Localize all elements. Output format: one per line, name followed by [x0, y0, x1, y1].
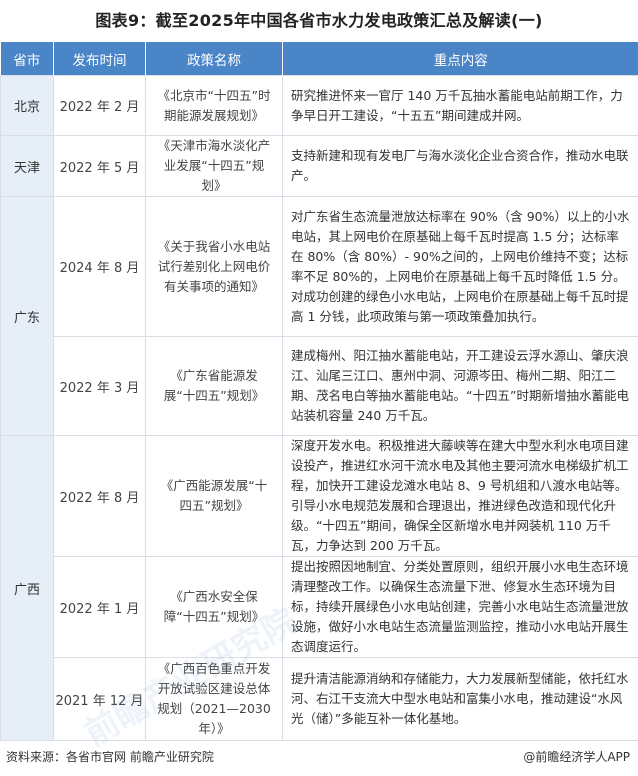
policy-table: 省市 发布时间 政策名称 重点内容 北京 2022 年 2 月 《北京市“十四五…	[0, 42, 638, 741]
province-cell: 北京	[0, 75, 54, 136]
table-row: 广东 2024 年 8 月 《关于我省小水电站试行差别化上网电价有关事项的通知》…	[0, 196, 638, 436]
content-cell: 对广东省生态流量泄放达标率在 90%（含 90%）以上的小水电站，其上网电价在原…	[282, 196, 638, 337]
policy-name-cell: 《广西百色重点开发开放试验区建设总体规划（2021—2030 年）》	[145, 657, 283, 741]
content-cell: 提升清洁能源消纳和存储能力，大力发展新型储能，依托红水河、右江干支流大中型水电站…	[282, 657, 638, 741]
date-cell: 2022 年 3 月	[53, 336, 146, 436]
chart-title: 图表9：截至2025年中国各省市水力发电政策汇总及解读(一)	[95, 11, 543, 30]
policy-name-cell: 《广西能源发展“十四五”规划》	[145, 435, 283, 557]
header-province: 省市	[0, 42, 54, 76]
table-row: 广西 2022 年 8 月 《广西能源发展“十四五”规划》 深度开发水电。积极推…	[0, 435, 638, 741]
table-row: 天津 2022 年 5 月 《天津市海水淡化产业发展“十四五”规划》 支持新建和…	[0, 135, 638, 197]
header-date: 发布时间	[53, 42, 146, 76]
policy-name-cell: 《北京市“十四五”时期能源发展规划》	[145, 75, 283, 136]
date-cell: 2022 年 1 月	[53, 556, 146, 658]
content-cell: 研究推进怀来一官厅 140 万千瓦抽水蓄能电站前期工作，力争早日开工建设，“十五…	[282, 75, 638, 136]
province-cell: 天津	[0, 135, 54, 197]
policy-name-cell: 《关于我省小水电站试行差别化上网电价有关事项的通知》	[145, 196, 283, 337]
policy-name-cell: 《广东省能源发展“十四五”规划》	[145, 336, 283, 436]
table-row: 2021 年 12 月 《广西百色重点开发开放试验区建设总体规划（2021—20…	[1, 657, 638, 741]
content-cell: 建成梅州、阳江抽水蓄能电站，开工建设云浮水源山、肇庆浪江、汕尾三江口、惠州中洞、…	[282, 336, 638, 436]
date-cell: 2024 年 8 月	[53, 196, 146, 337]
table-row: 2022 年 1 月 《广西水安全保障“十四五”规划》 提出按照因地制宜、分类处…	[1, 556, 638, 658]
source-note: 资料来源：各省市官网 前瞻产业研究院	[6, 750, 214, 764]
content-cell: 支持新建和现有发电厂与海水淡化企业合资合作，推动水电联产。	[282, 135, 638, 197]
header-content: 重点内容	[282, 42, 638, 76]
policy-name-cell: 《天津市海水淡化产业发展“十四五”规划》	[145, 135, 283, 197]
date-cell: 2022 年 2 月	[53, 75, 146, 136]
policy-name-cell: 《广西水安全保障“十四五”规划》	[145, 556, 283, 658]
header-row: 省市 发布时间 政策名称 重点内容	[0, 42, 638, 76]
table-row: 北京 2022 年 2 月 《北京市“十四五”时期能源发展规划》 研究推进怀来一…	[0, 75, 638, 136]
content-cell: 提出按照因地制宜、分类处置原则，组织开展小水电生态环境清理整改工作。以确保生态流…	[282, 556, 638, 658]
date-cell: 2022 年 5 月	[53, 135, 146, 197]
province-cell: 广东	[0, 196, 54, 436]
table-row: 2022 年 3 月 《广东省能源发展“十四五”规划》 建成梅州、阳江抽水蓄能电…	[1, 336, 638, 436]
content-cell: 深度开发水电。积极推进大藤峡等在建大中型水利水电项目建设投产，推进红水河干流水电…	[282, 435, 638, 557]
header-policy: 政策名称	[145, 42, 283, 76]
date-cell: 2022 年 8 月	[53, 435, 146, 557]
province-cell: 广西	[0, 435, 54, 741]
date-cell: 2021 年 12 月	[53, 657, 146, 741]
brand-label: @前瞻经济学人APP	[523, 750, 630, 764]
